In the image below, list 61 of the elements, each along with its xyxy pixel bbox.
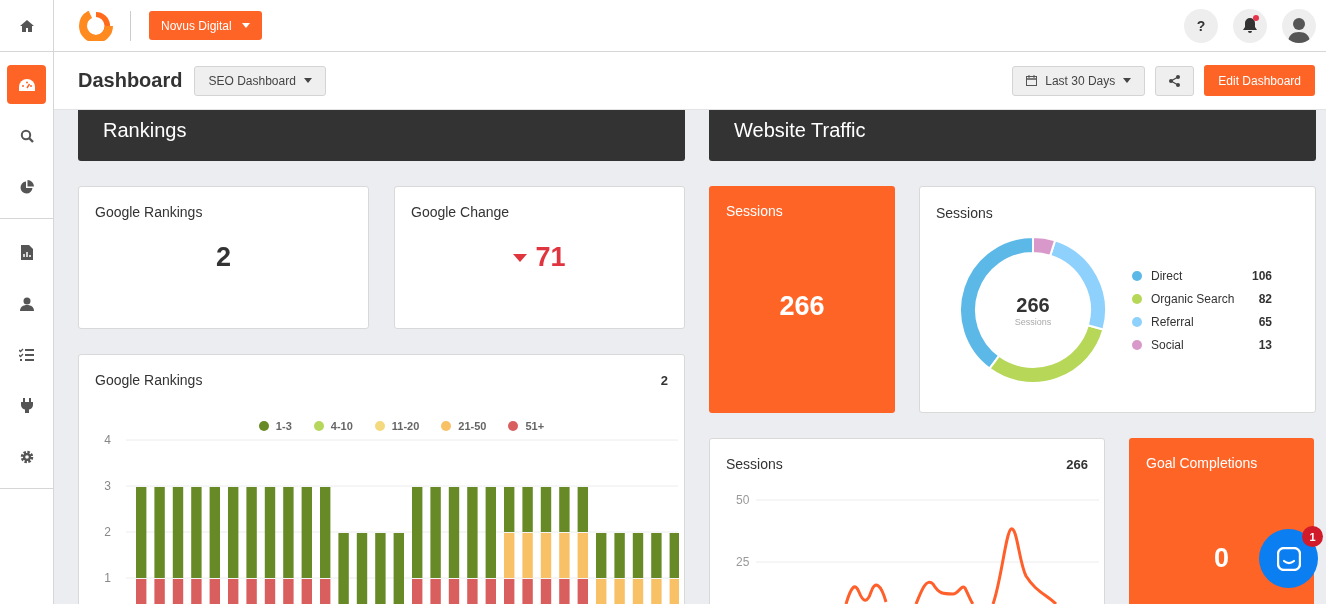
share-icon [1169, 74, 1181, 87]
tile-title: Sessions [726, 203, 783, 219]
legend-label[interactable]: 51+ [525, 420, 545, 432]
report-icon [20, 245, 33, 260]
checklist-icon [19, 348, 34, 361]
axis-label: 1 [104, 571, 111, 585]
plug-icon [20, 398, 33, 413]
settings-icon [19, 449, 34, 464]
axis-label: 2 [104, 525, 111, 539]
search-icon [19, 128, 34, 143]
axis-label: 25 [736, 555, 750, 569]
stat-value: 71 [535, 242, 566, 273]
dashboard-dropdown[interactable]: SEO Dashboard [194, 65, 326, 96]
tile-title: Goal Completions [1146, 455, 1258, 471]
section-title: Website Traffic [734, 119, 866, 141]
card-title: Google Rankings [95, 204, 204, 220]
notifications-button[interactable] [1233, 8, 1267, 43]
help-button[interactable]: ? [1184, 8, 1218, 43]
card-title: Sessions [726, 456, 783, 472]
legend-value: 82 [1257, 291, 1272, 306]
legend-value: 65 [1257, 314, 1272, 329]
chat-icon [1276, 546, 1301, 571]
caret-icon [1123, 78, 1132, 83]
home-icon [18, 18, 35, 33]
date-range-dropdown[interactable]: Last 30 Days [1012, 65, 1146, 96]
pie-chart-icon [19, 179, 34, 194]
tile-value: 266 [779, 291, 825, 322]
axis-label: 50 [736, 493, 750, 507]
share-button[interactable] [1155, 65, 1195, 96]
card-title: Google Change [411, 204, 511, 220]
legend-label: Direct [1151, 268, 1184, 283]
donut-total: 266 [1016, 293, 1050, 317]
tile-value: 0 [1214, 543, 1229, 574]
card-total: 2 [660, 372, 668, 388]
caret-icon [241, 23, 250, 28]
gauge-icon [18, 78, 35, 91]
legend-label: Referral [1151, 314, 1195, 329]
legend-label[interactable]: 1-3 [275, 420, 292, 432]
legend-label: Organic Search [1151, 291, 1236, 306]
legend-value: 13 [1257, 337, 1272, 352]
page-title: Dashboard [78, 69, 183, 92]
card-title: Sessions [936, 205, 993, 221]
calendar-icon [1026, 75, 1038, 86]
card-total: 266 [1066, 456, 1088, 472]
legend-label[interactable]: 11-20 [391, 420, 420, 432]
legend-label[interactable]: 21-50 [458, 420, 487, 432]
profile-button[interactable] [1282, 8, 1316, 43]
axis-label: 4 [104, 433, 111, 447]
axis-label: 3 [104, 479, 111, 493]
logo-icon[interactable] [78, 10, 114, 41]
donut-caption: Sessions [1014, 316, 1052, 327]
section-title: Rankings [103, 119, 187, 141]
caret-icon [303, 78, 312, 83]
avatar-icon [1288, 16, 1310, 43]
bell-icon [1242, 17, 1258, 34]
user-icon [19, 296, 34, 311]
legend-value: 106 [1250, 268, 1272, 283]
legend-label: Social [1151, 337, 1185, 352]
legend-label[interactable]: 4-10 [330, 420, 353, 432]
card-title: Google Rankings [95, 372, 203, 388]
stat-value: 2 [216, 242, 231, 273]
